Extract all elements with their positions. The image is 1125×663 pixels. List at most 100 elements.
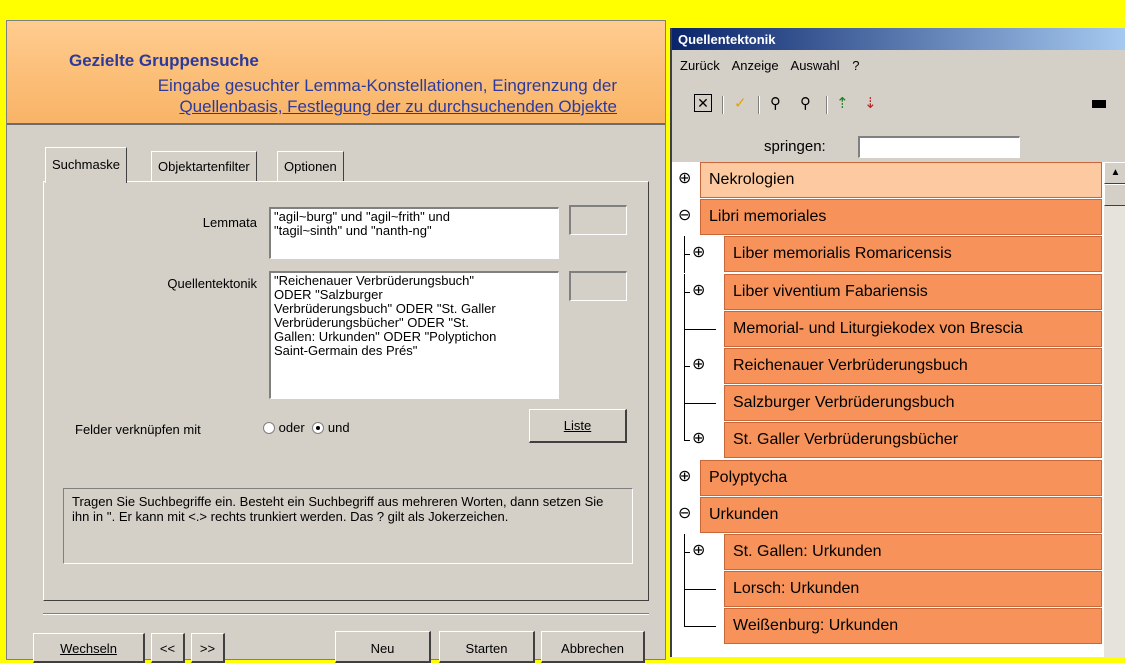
tree-node-label[interactable]: Memorial- und Liturgiekodex von Brescia [724, 311, 1102, 347]
radio-und[interactable] [312, 422, 325, 434]
close-box-icon[interactable]: ✕ [694, 94, 712, 112]
expand-icon[interactable]: ⊕ [692, 431, 705, 447]
radio-und-label: und [327, 420, 350, 435]
dialog-subtitle-line1: Eingabe gesuchter Lemma-Konstellationen,… [157, 76, 617, 95]
panel-title: Quellentektonik [672, 28, 1125, 50]
checkmark-icon[interactable]: ✓ [734, 94, 747, 114]
tree-node-label[interactable]: Liber viventium Fabariensis [724, 274, 1102, 310]
tree-node-label[interactable]: Salzburger Verbrüderungsbuch [724, 385, 1102, 421]
expand-icon[interactable]: ⊕ [692, 543, 705, 559]
menu-auswahl[interactable]: Auswahl [791, 58, 840, 73]
menu-zurueck[interactable]: Zurück [680, 58, 720, 73]
tree-connector-line [684, 292, 690, 293]
jump-label: springen: [764, 138, 826, 155]
tree-node-label[interactable]: St. Galler Verbrüderungsbücher [724, 422, 1102, 458]
quellentektonik-label: Quellentektonik [167, 276, 257, 291]
expand-icon[interactable]: ⊕ [692, 283, 705, 299]
tab-suchmaske[interactable]: Suchmaske [45, 147, 127, 183]
tree-node-label[interactable]: Libri memoriales [700, 199, 1102, 235]
toolbar-separator [826, 96, 828, 114]
jump-input[interactable] [858, 136, 1020, 158]
link-fields-label: Felder verknüpfen mit [75, 422, 201, 437]
tree-node-label[interactable]: Polyptycha [700, 460, 1102, 496]
tree-row[interactable]: ⊕ Liber memorialis Romaricensis [672, 236, 1104, 273]
tree-row[interactable]: ⊕ Reichenauer Verbrüderungsbuch [672, 348, 1104, 385]
scroll-up-button[interactable]: ▲ [1104, 162, 1125, 184]
jump-bar: springen: [672, 134, 1125, 162]
move-up-icon[interactable]: ⇡ [836, 94, 849, 114]
dialog-subtitle: Eingabe gesuchter Lemma-Konstellationen,… [57, 75, 617, 117]
tree-node-label[interactable]: Reichenauer Verbrüderungsbuch [724, 348, 1102, 384]
binoculars-icon[interactable]: ⚲ [770, 94, 781, 114]
previous-button[interactable]: << [151, 633, 185, 663]
toolbar-separator [722, 96, 724, 114]
wechseln-button[interactable]: Wechseln [33, 633, 145, 663]
dialog-title: Gezielte Gruppensuche [69, 51, 259, 70]
scroll-thumb[interactable] [1104, 184, 1125, 206]
wechseln-button-label: Wechseln [60, 641, 117, 656]
source-tree: ⊕ Nekrologien ⊖ Libri memoriales ⊕ Liber memo… [672, 162, 1104, 657]
quellentektonik-input[interactable]: "Reichenauer Verbrüderungsbuch" ODER "Sa… [269, 271, 559, 399]
tree-node-label[interactable]: St. Gallen: Urkunden [724, 534, 1102, 570]
tree-node-label[interactable]: Nekrologien [700, 162, 1102, 198]
tree-connector-line [684, 589, 716, 590]
tree-row[interactable]: ⊖ Libri memoriales [672, 199, 1104, 236]
expand-icon[interactable]: ⊕ [692, 357, 705, 373]
tree-row[interactable]: ⊖ Urkunden [672, 497, 1104, 534]
tree-row[interactable]: Lorsch: Urkunden [672, 571, 1104, 608]
toolbar-separator [758, 96, 760, 114]
radio-oder-label: oder [278, 420, 305, 435]
tree-row[interactable]: Memorial- und Liturgiekodex von Brescia [672, 311, 1104, 348]
radio-oder[interactable] [263, 422, 275, 434]
quellentektonik-count-box [569, 271, 627, 301]
list-button[interactable]: Liste [529, 409, 627, 443]
next-button[interactable]: >> [191, 633, 225, 663]
move-down-icon[interactable]: ⇣ [864, 94, 877, 114]
tab-objektartenfilter[interactable]: Objektartenfilter [151, 151, 257, 181]
cancel-button[interactable]: Abbrechen [541, 631, 645, 663]
menu-anzeige[interactable]: Anzeige [732, 58, 779, 73]
tree-row[interactable]: Salzburger Verbrüderungsbuch [672, 385, 1104, 422]
new-button[interactable]: Neu [335, 631, 431, 663]
link-mode-radio-group: oder und [263, 420, 350, 435]
expand-icon[interactable]: ⊕ [692, 245, 705, 261]
panel-menubar: Zurück Anzeige Auswahl ? [672, 50, 1125, 76]
minimize-icon[interactable] [1092, 100, 1106, 108]
tree-connector-line [684, 422, 685, 440]
panel-toolbar: ✕ ✓ ⚲ ⚲ ⇡ ⇣ [672, 94, 1125, 130]
tree-node-label[interactable]: Weißenburg: Urkunden [724, 608, 1102, 644]
lemmata-label: Lemmata [202, 215, 257, 230]
tree-connector-line [684, 608, 685, 626]
find-next-icon[interactable]: ⚲ [800, 94, 811, 114]
collapse-icon[interactable]: ⊖ [678, 506, 691, 522]
collapse-icon[interactable]: ⊖ [678, 208, 691, 224]
tree-row[interactable]: ⊕ St. Gallen: Urkunden [672, 534, 1104, 571]
tree-node-label[interactable]: Urkunden [700, 497, 1102, 533]
list-button-label: Liste [563, 418, 592, 433]
tree-row[interactable]: ⊕ St. Galler Verbrüderungsbücher [672, 422, 1104, 459]
tree-row[interactable]: Weißenburg: Urkunden [672, 608, 1104, 645]
tree-node-label[interactable]: Liber memorialis Romaricensis [724, 236, 1102, 272]
expand-icon[interactable]: ⊕ [678, 171, 691, 187]
group-search-dialog: Gezielte Gruppensuche Eingabe gesuchter … [6, 20, 666, 663]
expand-icon[interactable]: ⊕ [678, 469, 691, 485]
menu-help[interactable]: ? [852, 58, 859, 73]
tree-connector-line [684, 366, 690, 367]
tree-node-label[interactable]: Lorsch: Urkunden [724, 571, 1102, 607]
tree-row[interactable]: ⊕ Polyptycha [672, 460, 1104, 497]
source-tectonics-panel: Quellentektonik Zurück Anzeige Auswahl ?… [670, 28, 1125, 657]
dialog-header: Gezielte Gruppensuche Eingabe gesuchter … [7, 21, 665, 125]
tree-scrollbar[interactable]: ▲ [1104, 162, 1125, 657]
tree-connector-line [684, 440, 690, 441]
tree-connector-line [684, 403, 716, 404]
lemmata-count-box [569, 205, 627, 235]
hint-text: Tragen Sie Suchbegriffe ein. Besteht ein… [63, 488, 633, 564]
tree-connector-line [684, 254, 690, 255]
start-button[interactable]: Starten [439, 631, 535, 663]
tree-row[interactable]: ⊕ Nekrologien [672, 162, 1104, 199]
dialog-subtitle-line2: Quellenbasis, Festlegung der zu durchsuc… [179, 97, 617, 116]
lemmata-input[interactable]: "agil~burg" und "agil~frith" und "tagil~… [269, 207, 559, 259]
tab-optionen[interactable]: Optionen [277, 151, 344, 181]
tree-row[interactable]: ⊕ Liber viventium Fabariensis [672, 274, 1104, 311]
tree-connector-line [684, 626, 716, 627]
